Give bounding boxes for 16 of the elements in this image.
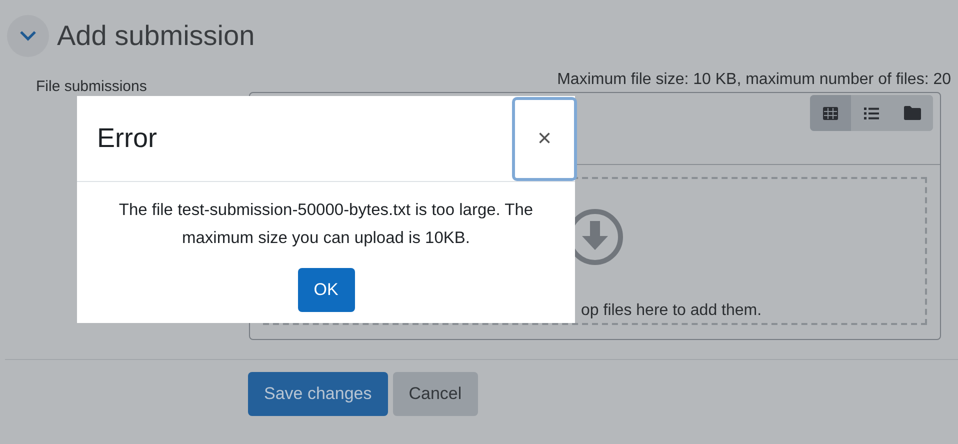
section-title: Add submission xyxy=(57,20,255,52)
folder-icon xyxy=(904,106,921,120)
ok-button[interactable]: OK xyxy=(298,268,354,312)
save-button[interactable]: Save changes xyxy=(248,372,388,416)
collapse-toggle[interactable] xyxy=(7,15,49,57)
grid-view-button[interactable] xyxy=(810,95,851,131)
drop-hint: op files here to add them. xyxy=(580,302,762,320)
upload-limits: Maximum file size: 10 KB, maximum number of files: 20 xyxy=(557,70,951,90)
grid-icon xyxy=(823,106,838,120)
field-label: File submissions xyxy=(36,78,147,95)
error-message: The file test-submission-50000-bytes.txt is too large. The maximum size you can upload is 10KB. xyxy=(118,200,534,249)
chevron-icon xyxy=(19,30,37,42)
cancel-button[interactable]: Cancel xyxy=(392,372,478,416)
dialog-title: Error xyxy=(97,123,157,154)
list-icon xyxy=(864,106,879,120)
close-button[interactable]: × xyxy=(512,97,577,181)
